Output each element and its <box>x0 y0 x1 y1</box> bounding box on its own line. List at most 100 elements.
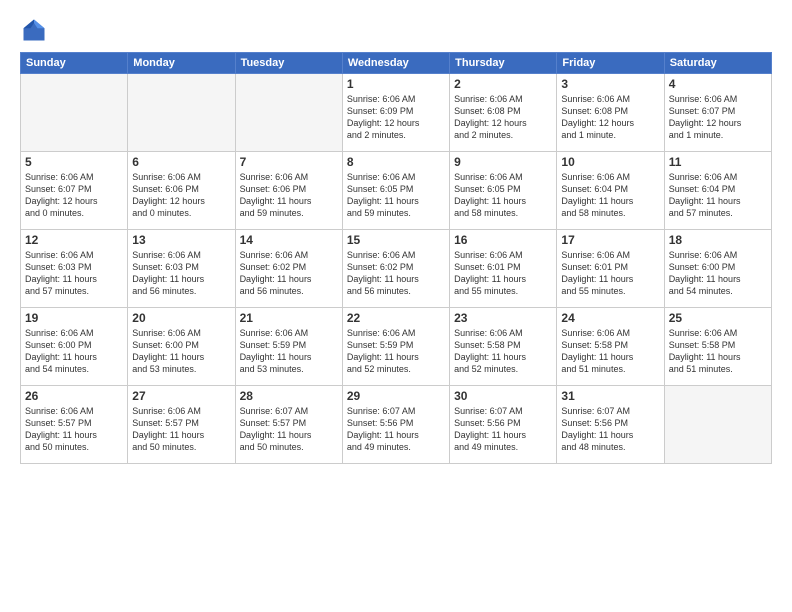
weekday-header-sunday: Sunday <box>21 53 128 74</box>
day-number: 24 <box>561 311 659 325</box>
day-number: 17 <box>561 233 659 247</box>
day-number: 26 <box>25 389 123 403</box>
day-cell: 11 Sunrise: 6:06 AM Sunset: 6:04 PM Dayli… <box>664 152 771 230</box>
day-number: 3 <box>561 77 659 91</box>
day-info: Sunrise: 6:06 AM Sunset: 6:04 PM Dayligh… <box>561 171 659 220</box>
header <box>20 16 772 44</box>
logo <box>20 16 52 44</box>
week-row-2: 12 Sunrise: 6:06 AM Sunset: 6:03 PM Dayli… <box>21 230 772 308</box>
weekday-header-friday: Friday <box>557 53 664 74</box>
day-cell: 20 Sunrise: 6:06 AM Sunset: 6:00 PM Dayli… <box>128 308 235 386</box>
day-cell: 9 Sunrise: 6:06 AM Sunset: 6:05 PM Daylig… <box>450 152 557 230</box>
day-number: 29 <box>347 389 445 403</box>
day-cell: 10 Sunrise: 6:06 AM Sunset: 6:04 PM Dayli… <box>557 152 664 230</box>
week-row-4: 26 Sunrise: 6:06 AM Sunset: 5:57 PM Dayli… <box>21 386 772 464</box>
day-info: Sunrise: 6:06 AM Sunset: 6:02 PM Dayligh… <box>347 249 445 298</box>
day-number: 12 <box>25 233 123 247</box>
day-cell: 12 Sunrise: 6:06 AM Sunset: 6:03 PM Dayli… <box>21 230 128 308</box>
day-cell: 29 Sunrise: 6:07 AM Sunset: 5:56 PM Dayli… <box>342 386 449 464</box>
day-info: Sunrise: 6:06 AM Sunset: 6:00 PM Dayligh… <box>669 249 767 298</box>
day-number: 16 <box>454 233 552 247</box>
day-cell: 16 Sunrise: 6:06 AM Sunset: 6:01 PM Dayli… <box>450 230 557 308</box>
day-number: 28 <box>240 389 338 403</box>
day-info: Sunrise: 6:07 AM Sunset: 5:57 PM Dayligh… <box>240 405 338 454</box>
day-number: 9 <box>454 155 552 169</box>
day-cell: 2Sunrise: 6:06 AM Sunset: 6:08 PM Daylig… <box>450 74 557 152</box>
day-info: Sunrise: 6:06 AM Sunset: 6:04 PM Dayligh… <box>669 171 767 220</box>
day-number: 19 <box>25 311 123 325</box>
day-cell: 24 Sunrise: 6:06 AM Sunset: 5:58 PM Dayli… <box>557 308 664 386</box>
day-cell: 21Sunrise: 6:06 AM Sunset: 5:59 PM Dayli… <box>235 308 342 386</box>
day-info: Sunrise: 6:06 AM Sunset: 6:05 PM Dayligh… <box>347 171 445 220</box>
day-number: 8 <box>347 155 445 169</box>
day-number: 1 <box>347 77 445 91</box>
day-info: Sunrise: 6:06 AM Sunset: 6:07 PM Dayligh… <box>669 93 767 142</box>
day-cell: 22 Sunrise: 6:06 AM Sunset: 5:59 PM Dayli… <box>342 308 449 386</box>
day-number: 11 <box>669 155 767 169</box>
day-cell: 28 Sunrise: 6:07 AM Sunset: 5:57 PM Dayli… <box>235 386 342 464</box>
day-number: 5 <box>25 155 123 169</box>
day-info: Sunrise: 6:06 AM Sunset: 6:01 PM Dayligh… <box>561 249 659 298</box>
day-cell <box>21 74 128 152</box>
day-cell: 31Sunrise: 6:07 AM Sunset: 5:56 PM Dayli… <box>557 386 664 464</box>
day-info: Sunrise: 6:06 AM Sunset: 6:09 PM Dayligh… <box>347 93 445 142</box>
day-info: Sunrise: 6:06 AM Sunset: 6:06 PM Dayligh… <box>240 171 338 220</box>
weekday-header-row: SundayMondayTuesdayWednesdayThursdayFrid… <box>21 53 772 74</box>
weekday-header-saturday: Saturday <box>664 53 771 74</box>
day-number: 2 <box>454 77 552 91</box>
day-info: Sunrise: 6:06 AM Sunset: 6:01 PM Dayligh… <box>454 249 552 298</box>
day-info: Sunrise: 6:06 AM Sunset: 5:59 PM Dayligh… <box>347 327 445 376</box>
page: SundayMondayTuesdayWednesdayThursdayFrid… <box>0 0 792 612</box>
day-number: 20 <box>132 311 230 325</box>
day-info: Sunrise: 6:06 AM Sunset: 6:05 PM Dayligh… <box>454 171 552 220</box>
day-cell: 15 Sunrise: 6:06 AM Sunset: 6:02 PM Dayli… <box>342 230 449 308</box>
day-cell: 18Sunrise: 6:06 AM Sunset: 6:00 PM Dayli… <box>664 230 771 308</box>
weekday-header-thursday: Thursday <box>450 53 557 74</box>
day-info: Sunrise: 6:06 AM Sunset: 6:02 PM Dayligh… <box>240 249 338 298</box>
day-info: Sunrise: 6:06 AM Sunset: 6:00 PM Dayligh… <box>132 327 230 376</box>
weekday-header-monday: Monday <box>128 53 235 74</box>
day-number: 25 <box>669 311 767 325</box>
day-cell <box>664 386 771 464</box>
day-cell: 17 Sunrise: 6:06 AM Sunset: 6:01 PM Dayli… <box>557 230 664 308</box>
day-number: 15 <box>347 233 445 247</box>
week-row-1: 5 Sunrise: 6:06 AM Sunset: 6:07 PM Daylig… <box>21 152 772 230</box>
day-info: Sunrise: 6:06 AM Sunset: 6:06 PM Dayligh… <box>132 171 230 220</box>
day-cell: 4 Sunrise: 6:06 AM Sunset: 6:07 PM Daylig… <box>664 74 771 152</box>
day-cell <box>235 74 342 152</box>
week-row-0: 1 Sunrise: 6:06 AM Sunset: 6:09 PM Daylig… <box>21 74 772 152</box>
day-number: 31 <box>561 389 659 403</box>
day-number: 4 <box>669 77 767 91</box>
day-info: Sunrise: 6:06 AM Sunset: 5:58 PM Dayligh… <box>561 327 659 376</box>
day-cell: 3 Sunrise: 6:06 AM Sunset: 6:08 PM Daylig… <box>557 74 664 152</box>
day-info: Sunrise: 6:06 AM Sunset: 6:00 PM Dayligh… <box>25 327 123 376</box>
day-number: 13 <box>132 233 230 247</box>
day-info: Sunrise: 6:06 AM Sunset: 5:58 PM Dayligh… <box>669 327 767 376</box>
day-cell: 26 Sunrise: 6:06 AM Sunset: 5:57 PM Dayli… <box>21 386 128 464</box>
day-info: Sunrise: 6:06 AM Sunset: 6:08 PM Dayligh… <box>561 93 659 142</box>
day-info: Sunrise: 6:06 AM Sunset: 5:57 PM Dayligh… <box>25 405 123 454</box>
day-number: 21 <box>240 311 338 325</box>
day-cell: 25 Sunrise: 6:06 AM Sunset: 5:58 PM Dayli… <box>664 308 771 386</box>
week-row-3: 19 Sunrise: 6:06 AM Sunset: 6:00 PM Dayli… <box>21 308 772 386</box>
day-cell: 8 Sunrise: 6:06 AM Sunset: 6:05 PM Daylig… <box>342 152 449 230</box>
day-cell: 1 Sunrise: 6:06 AM Sunset: 6:09 PM Daylig… <box>342 74 449 152</box>
day-info: Sunrise: 6:06 AM Sunset: 6:03 PM Dayligh… <box>132 249 230 298</box>
day-cell: 6Sunrise: 6:06 AM Sunset: 6:06 PM Daylig… <box>128 152 235 230</box>
day-number: 30 <box>454 389 552 403</box>
day-cell: 19 Sunrise: 6:06 AM Sunset: 6:00 PM Dayli… <box>21 308 128 386</box>
day-info: Sunrise: 6:06 AM Sunset: 5:58 PM Dayligh… <box>454 327 552 376</box>
day-cell: 23Sunrise: 6:06 AM Sunset: 5:58 PM Dayli… <box>450 308 557 386</box>
day-info: Sunrise: 6:06 AM Sunset: 6:07 PM Dayligh… <box>25 171 123 220</box>
day-number: 10 <box>561 155 659 169</box>
day-number: 22 <box>347 311 445 325</box>
day-info: Sunrise: 6:06 AM Sunset: 6:03 PM Dayligh… <box>25 249 123 298</box>
day-number: 14 <box>240 233 338 247</box>
calendar-table: SundayMondayTuesdayWednesdayThursdayFrid… <box>20 52 772 464</box>
day-cell: 14 Sunrise: 6:06 AM Sunset: 6:02 PM Dayli… <box>235 230 342 308</box>
logo-icon <box>20 16 48 44</box>
day-cell: 7Sunrise: 6:06 AM Sunset: 6:06 PM Daylig… <box>235 152 342 230</box>
day-cell: 13 Sunrise: 6:06 AM Sunset: 6:03 PM Dayli… <box>128 230 235 308</box>
day-info: Sunrise: 6:06 AM Sunset: 5:57 PM Dayligh… <box>132 405 230 454</box>
day-info: Sunrise: 6:07 AM Sunset: 5:56 PM Dayligh… <box>347 405 445 454</box>
